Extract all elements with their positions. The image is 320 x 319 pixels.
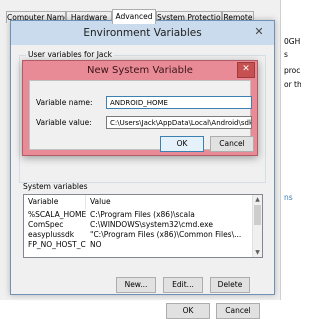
- new-variable-dialog-body: Variable name: ANDROID_HOME Variable val…: [29, 80, 254, 152]
- variable-cell: ComSpec: [28, 220, 64, 229]
- vertical-scrollbar[interactable]: ▲ ▼: [252, 195, 262, 257]
- variable-cell: %SCALA_HOME%: [28, 210, 86, 219]
- background-window: 0GH s proc or th ns: [280, 0, 301, 300]
- scrollbar-thumb[interactable]: [254, 205, 261, 225]
- value-cell: NO: [90, 240, 102, 249]
- variable-value-field[interactable]: C:\Users\Jack\AppData\Local\Android\sdk: [106, 116, 252, 129]
- table-row[interactable]: FP_NO_HOST_C... NO: [24, 240, 252, 250]
- value-cell: "C:\Program Files (x86)\Common Files\...: [90, 230, 242, 239]
- new-button[interactable]: New...: [116, 277, 156, 293]
- delete-button[interactable]: Delete: [210, 277, 250, 293]
- scroll-down-icon[interactable]: ▼: [253, 248, 262, 257]
- background-text: s: [284, 50, 288, 59]
- value-cell: C:\Program Files (x86)\scala: [90, 210, 195, 219]
- env-cancel-button[interactable]: Cancel: [216, 303, 260, 319]
- tab-advanced[interactable]: Advanced: [112, 9, 156, 24]
- ok-button[interactable]: OK: [160, 136, 204, 152]
- table-row[interactable]: easyplussdk "C:\Program Files (x86)\Comm…: [24, 230, 252, 240]
- cancel-button[interactable]: Cancel: [210, 136, 254, 152]
- edit-button[interactable]: Edit...: [163, 277, 203, 293]
- new-variable-dialog-title: New System Variable: [87, 65, 193, 76]
- env-dialog-title: Environment Variables: [83, 27, 202, 39]
- value-cell: C:\WINDOWS\system32\cmd.exe: [90, 220, 213, 229]
- background-text: or th: [284, 80, 301, 89]
- background-text: 0GH: [284, 37, 301, 46]
- variable-name-field[interactable]: ANDROID_HOME: [106, 96, 252, 109]
- variable-value-label: Variable value:: [36, 118, 92, 127]
- env-ok-button[interactable]: OK: [166, 303, 210, 319]
- variable-name-label: Variable name:: [36, 98, 93, 107]
- scroll-up-icon[interactable]: ▲: [253, 195, 262, 204]
- variable-cell: easyplussdk: [28, 230, 75, 239]
- close-icon[interactable]: ✕: [252, 25, 266, 39]
- new-system-variable-dialog: New System Variable ✕ Variable name: AND…: [22, 60, 258, 156]
- table-row[interactable]: %SCALA_HOME% C:\Program Files (x86)\scal…: [24, 210, 252, 220]
- variable-cell: FP_NO_HOST_C...: [28, 240, 86, 249]
- close-icon[interactable]: ✕: [237, 62, 255, 78]
- column-header-variable[interactable]: Variable: [24, 195, 86, 209]
- table-row[interactable]: ComSpec C:\WINDOWS\system32\cmd.exe: [24, 220, 252, 230]
- system-variables-label: System variables: [23, 182, 88, 191]
- user-variables-label: User variables for Jack: [26, 50, 114, 59]
- background-text: ns: [284, 193, 293, 202]
- column-header-value[interactable]: Value: [86, 195, 254, 209]
- system-variables-table[interactable]: Variable Value %SCALA_HOME% C:\Program F…: [23, 194, 263, 258]
- env-titlebar: Environment Variables ✕: [11, 21, 274, 45]
- background-text: proc: [284, 66, 301, 75]
